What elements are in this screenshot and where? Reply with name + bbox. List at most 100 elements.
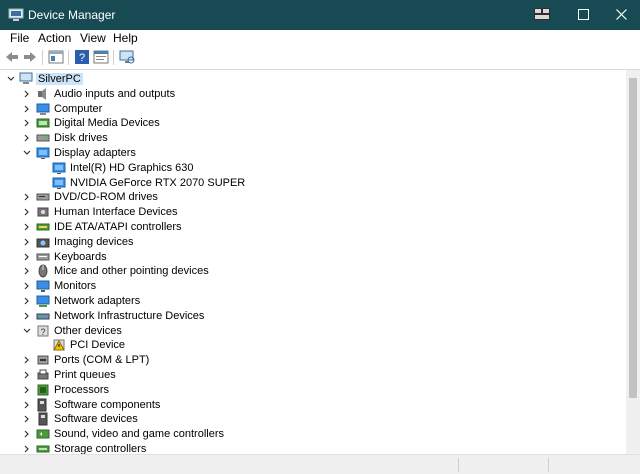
display-adapter-icon <box>36 147 50 159</box>
chevron-right-icon[interactable] <box>22 89 32 99</box>
tree-category[interactable]: Sound, video and game controllers <box>0 427 626 442</box>
tree-category[interactable]: Monitors <box>0 279 626 294</box>
tree-category[interactable]: Computer <box>0 102 626 117</box>
tree-category[interactable]: Network adapters <box>0 294 626 309</box>
chevron-right-icon[interactable] <box>22 252 32 262</box>
tree-category[interactable]: Disk drives <box>0 131 626 146</box>
maximize-button[interactable] <box>571 2 595 26</box>
chevron-down-icon[interactable] <box>6 74 16 84</box>
tree-category[interactable]: Software components <box>0 398 626 413</box>
toolbar-separator <box>42 50 43 65</box>
chevron-right-icon[interactable] <box>22 266 32 276</box>
device-tree: SilverPC Audio inputs and outputs Compute… <box>0 70 626 454</box>
camera-icon <box>36 238 50 248</box>
status-bar-divider <box>458 458 459 472</box>
chevron-right-icon[interactable] <box>22 355 32 365</box>
chevron-right-icon[interactable] <box>22 296 32 306</box>
chevron-right-icon[interactable] <box>22 222 32 232</box>
menu-action[interactable]: Action <box>38 31 71 45</box>
tree-category[interactable]: Imaging devices <box>0 235 626 250</box>
tree-item-label: Network adapters <box>54 295 141 307</box>
chevron-down-icon[interactable] <box>22 326 32 336</box>
tree-item-label: Print queues <box>54 369 116 381</box>
processor-icon <box>37 384 49 396</box>
tree-item-label: Digital Media Devices <box>54 117 160 130</box>
tree-category[interactable]: IDE ATA/ATAPI controllers <box>0 220 626 235</box>
tree-category[interactable]: Keyboards <box>0 250 626 265</box>
tree-category[interactable]: Ports (COM & LPT) <box>0 353 626 368</box>
tree-device[interactable]: NVIDIA GeForce RTX 2070 SUPER <box>0 176 626 191</box>
tree-category[interactable]: Digital Media Devices <box>0 116 626 131</box>
menu-file[interactable]: File <box>10 31 29 45</box>
chevron-right-icon[interactable] <box>22 192 32 202</box>
ide-controller-icon <box>36 223 50 231</box>
tree-category[interactable]: ? Other devices <box>0 324 626 339</box>
chevron-right-icon[interactable] <box>22 429 32 439</box>
display-adapter-icon <box>52 162 66 174</box>
tree-item-label: DVD/CD-ROM drives <box>54 191 158 204</box>
tree-category[interactable]: Mice and other pointing devices <box>0 264 626 279</box>
tree-category[interactable]: Processors <box>0 383 626 398</box>
tree-item-label: Keyboards <box>54 250 107 263</box>
chevron-right-icon[interactable] <box>22 281 32 291</box>
chevron-right-icon[interactable] <box>22 104 32 114</box>
tree-category[interactable]: Storage controllers <box>0 442 626 454</box>
close-button[interactable] <box>609 2 633 26</box>
menu-view[interactable]: View <box>80 31 106 45</box>
window-snap-icon[interactable] <box>530 2 554 26</box>
tree-item-label: PCI Device <box>70 339 126 352</box>
chevron-right-icon[interactable] <box>22 311 32 321</box>
chevron-right-icon[interactable] <box>22 207 32 217</box>
status-bar-divider <box>548 458 549 472</box>
chevron-right-icon[interactable] <box>22 237 32 247</box>
menu-bar: File Action View Help <box>0 30 640 46</box>
dvd-drive-icon <box>36 193 50 201</box>
tree-item-label: Network Infrastructure Devices <box>54 309 205 322</box>
close-icon <box>615 8 627 20</box>
scan-hardware-icon[interactable] <box>119 49 135 65</box>
computer-icon <box>19 72 33 84</box>
printer-icon <box>37 369 49 380</box>
tree-category[interactable]: Display adapters <box>0 146 626 161</box>
toolbar-separator <box>113 50 114 65</box>
properties-icon[interactable] <box>93 49 109 65</box>
tree-category[interactable]: Print queues <box>0 368 626 383</box>
tree-item-label: Human Interface Devices <box>54 206 178 219</box>
back-arrow-icon[interactable] <box>4 49 20 65</box>
scrollbar-thumb[interactable] <box>629 78 637 398</box>
tree-category[interactable]: Network Infrastructure Devices <box>0 309 626 324</box>
chevron-right-icon[interactable] <box>22 444 32 454</box>
vertical-scrollbar[interactable] <box>626 70 640 454</box>
root-computer-label: SilverPC <box>36 73 83 85</box>
chevron-right-icon[interactable] <box>22 370 32 380</box>
software-device-icon <box>38 412 48 426</box>
storage-controller-icon <box>36 445 50 453</box>
disk-drive-icon <box>36 134 50 142</box>
tree-device[interactable]: Intel(R) HD Graphics 630 <box>0 161 626 176</box>
device-manager-icon <box>8 8 24 21</box>
tree-root[interactable]: SilverPC <box>0 72 626 87</box>
forward-arrow-icon[interactable] <box>22 49 38 65</box>
tree-item-label: Display adapters <box>54 147 136 159</box>
tree-category[interactable]: DVD/CD-ROM drives <box>0 190 626 205</box>
tree-device[interactable]: PCI Device <box>0 338 626 353</box>
help-icon[interactable]: ? <box>74 49 90 65</box>
window-title: Device Manager <box>28 8 116 22</box>
tree-category[interactable]: Human Interface Devices <box>0 205 626 220</box>
chevron-down-icon[interactable] <box>22 148 32 158</box>
tree-item-label: Mice and other pointing devices <box>54 265 209 278</box>
tree-item-label: Other devices <box>54 324 122 337</box>
menu-help[interactable]: Help <box>113 31 138 45</box>
chevron-right-icon[interactable] <box>22 133 32 143</box>
tree-item-label: Intel(R) HD Graphics 630 <box>70 161 194 174</box>
chevron-right-icon[interactable] <box>22 385 32 395</box>
chevron-right-icon[interactable] <box>22 400 32 410</box>
chevron-right-icon[interactable] <box>22 414 32 424</box>
show-hide-console-tree-icon[interactable] <box>48 49 64 65</box>
svg-text:?: ? <box>40 327 45 337</box>
tree-item-label: Software devices <box>54 413 138 426</box>
tree-category[interactable]: Software devices <box>0 412 626 427</box>
network-infrastructure-icon <box>36 313 50 320</box>
chevron-right-icon[interactable] <box>22 118 32 128</box>
tree-category[interactable]: Audio inputs and outputs <box>0 87 626 102</box>
